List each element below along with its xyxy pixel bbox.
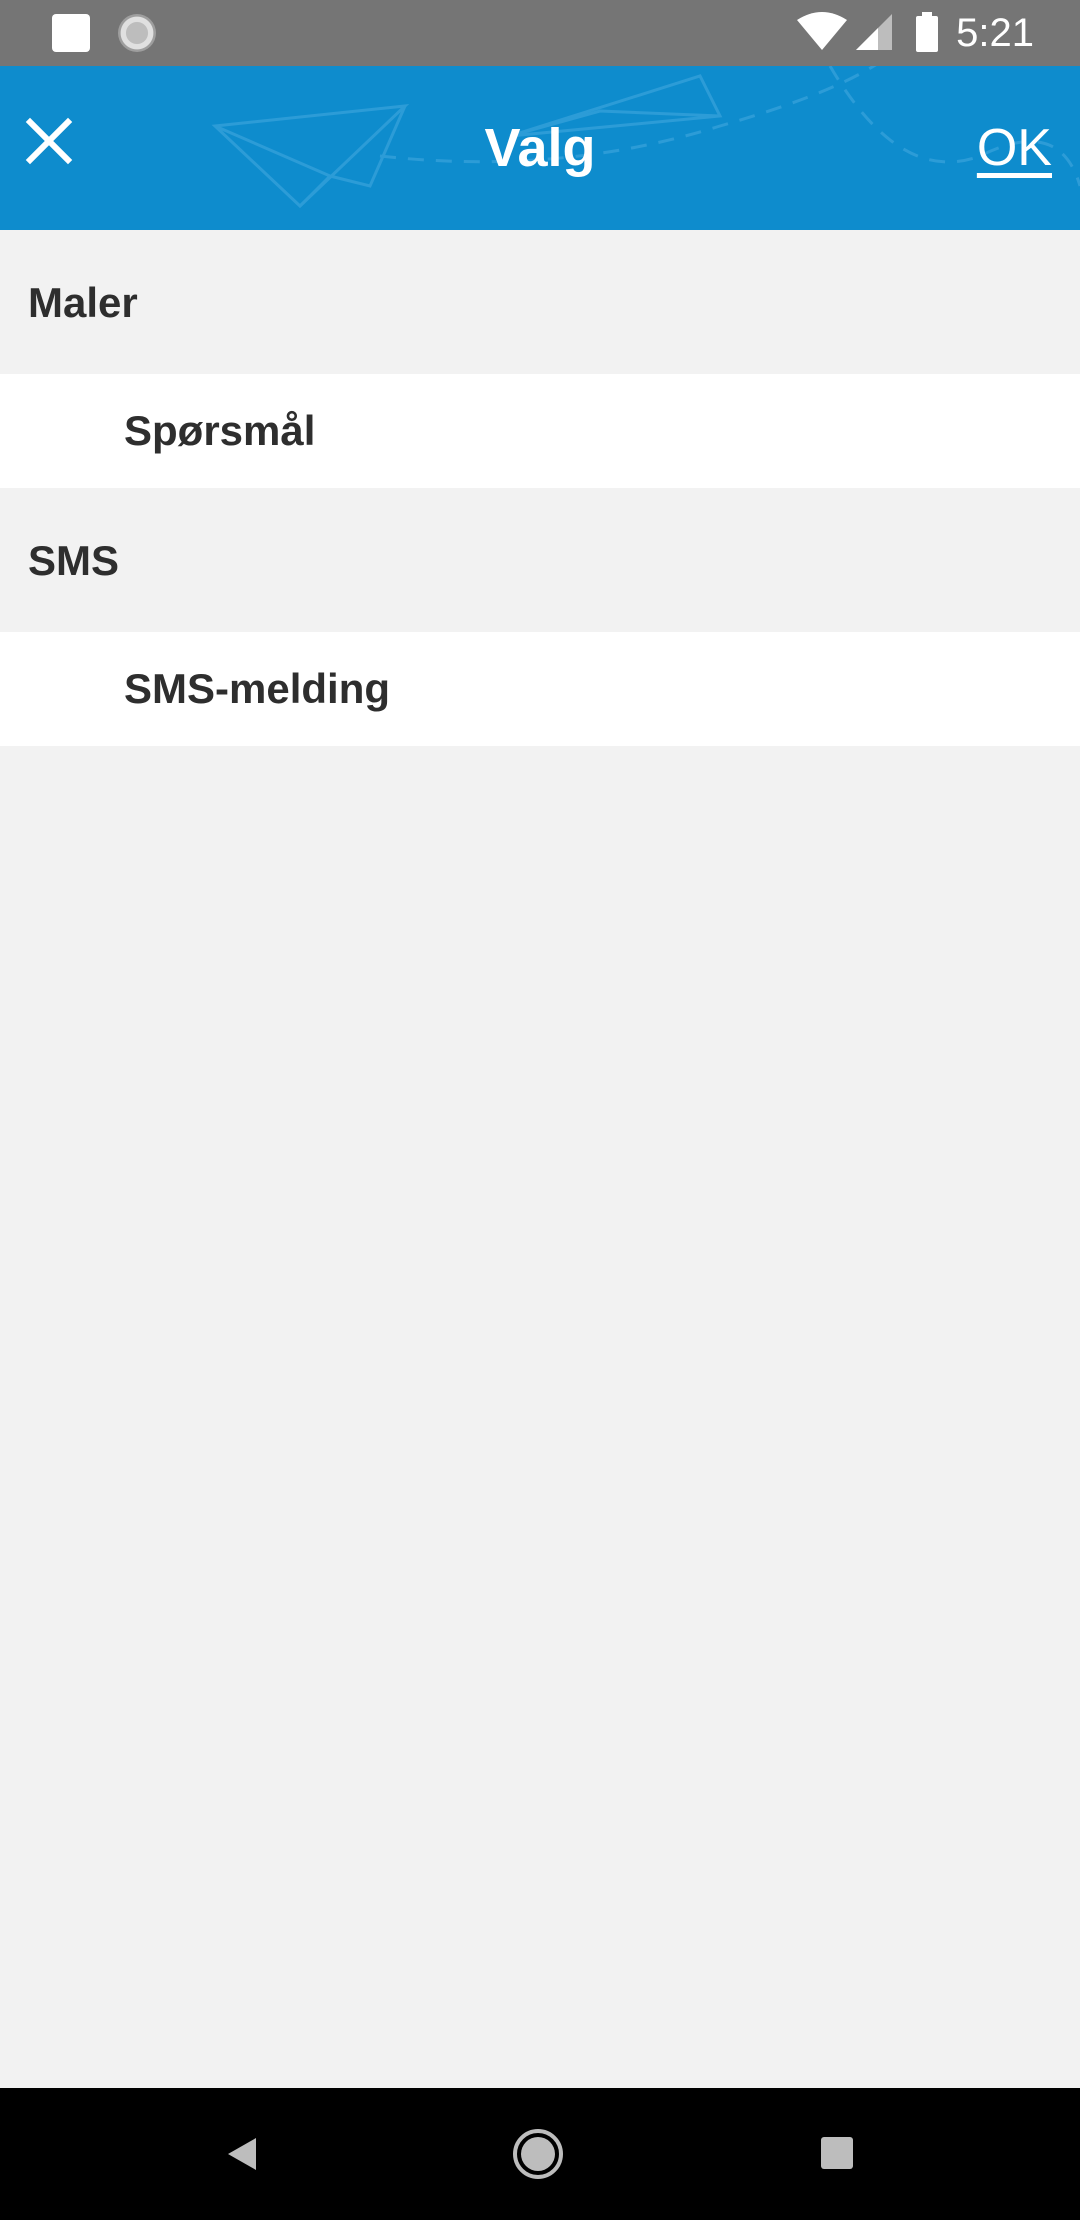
section-header-label: Maler bbox=[28, 279, 138, 326]
signal-icon bbox=[856, 14, 892, 50]
ok-button[interactable]: OK bbox=[977, 116, 1052, 180]
navigation-bar bbox=[0, 2088, 1080, 2220]
toolbar: Valg OK bbox=[0, 66, 1080, 230]
list-item-sporsmal[interactable]: Spørsmål bbox=[0, 374, 1080, 488]
list-item-label: SMS-melding bbox=[124, 665, 391, 712]
home-icon[interactable] bbox=[512, 2128, 564, 2180]
section-header-label: SMS bbox=[28, 537, 120, 584]
screen: 5:21 Valg OK Maler Spørsmål SMS SMS-meld… bbox=[0, 0, 1080, 2220]
page-title: Valg bbox=[484, 118, 596, 178]
notification-square-icon bbox=[52, 14, 90, 52]
battery-icon bbox=[916, 12, 938, 52]
list-item-label: Spørsmål bbox=[124, 407, 316, 454]
wifi-icon bbox=[797, 12, 847, 50]
recents-icon[interactable] bbox=[820, 2136, 854, 2170]
section-header-maler: Maler bbox=[0, 230, 1080, 374]
notification-circle-icon bbox=[118, 14, 156, 52]
status-clock: 5:21 bbox=[956, 11, 1034, 55]
section-header-sms: SMS bbox=[0, 488, 1080, 632]
status-bar: 5:21 bbox=[0, 0, 1080, 66]
list-item-sms-melding[interactable]: SMS-melding bbox=[0, 632, 1080, 746]
back-icon[interactable] bbox=[222, 2134, 262, 2174]
